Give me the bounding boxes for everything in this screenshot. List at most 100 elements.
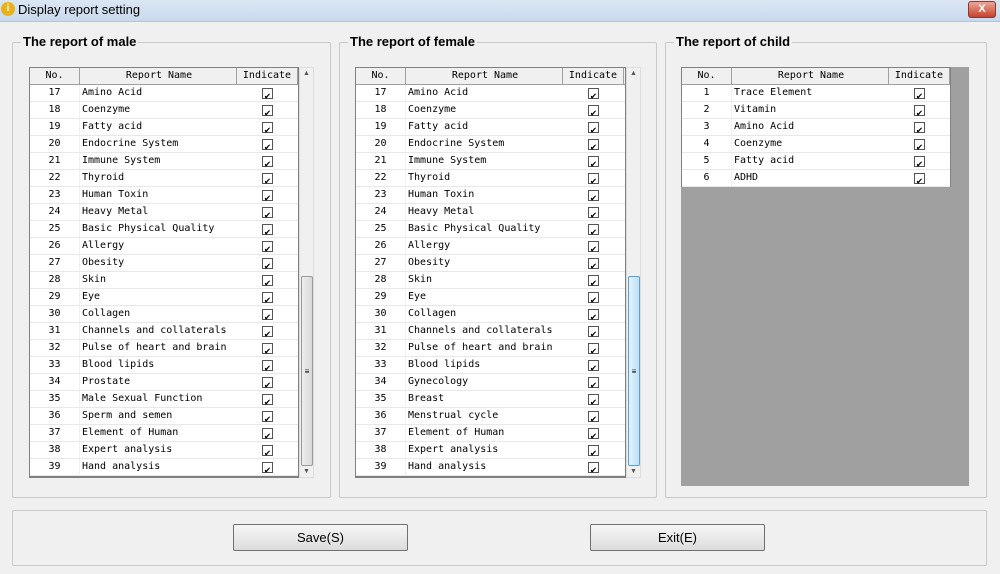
exit-button[interactable]: Exit(E) [590,524,765,551]
table-row[interactable]: 29 Eye ✔ [30,289,298,306]
table-row[interactable]: 19 Fatty acid ✔ [356,119,625,136]
indicate-checkbox[interactable]: ✔ [262,376,273,391]
indicate-checkbox[interactable]: ✔ [588,410,599,425]
indicate-checkbox[interactable]: ✔ [588,427,599,442]
table-row[interactable]: 5 Fatty acid ✔ [682,153,950,170]
header-no[interactable]: No. [682,68,732,84]
indicate-checkbox[interactable]: ✔ [262,155,273,170]
table-row[interactable]: 19 Fatty acid ✔ [30,119,298,136]
indicate-checkbox[interactable]: ✔ [588,104,599,119]
table-row[interactable]: 35 Male Sexual Function ✔ [30,391,298,408]
table-row[interactable]: 37 Element of Human ✔ [356,425,625,442]
scroll-down-icon[interactable]: ▼ [627,468,640,475]
table-row[interactable]: 36 Sperm and semen ✔ [30,408,298,425]
indicate-checkbox[interactable]: ✔ [262,342,273,357]
indicate-checkbox[interactable]: ✔ [262,274,273,289]
indicate-checkbox[interactable]: ✔ [914,87,925,102]
table-row[interactable]: 39 Hand analysis ✔ [356,459,625,476]
table-row[interactable]: 29 Eye ✔ [356,289,625,306]
indicate-checkbox[interactable]: ✔ [262,427,273,442]
table-row[interactable]: 34 Gynecology ✔ [356,374,625,391]
table-row[interactable]: 28 Skin ✔ [30,272,298,289]
table-row[interactable]: 17 Amino Acid ✔ [356,85,625,102]
header-indicate[interactable]: Indicate [889,68,950,84]
indicate-checkbox[interactable]: ✔ [262,87,273,102]
female-scrollbar[interactable]: ▲ ≡ ▼ [626,67,641,478]
header-indicate[interactable]: Indicate [237,68,298,84]
header-report-name[interactable]: Report Name [732,68,889,84]
table-row[interactable]: 26 Allergy ✔ [30,238,298,255]
table-row[interactable]: 27 Obesity ✔ [30,255,298,272]
close-button[interactable]: X [968,1,996,18]
scroll-up-icon[interactable]: ▲ [627,70,640,77]
table-row[interactable]: 35 Breast ✔ [356,391,625,408]
scroll-down-icon[interactable]: ▼ [300,468,313,475]
indicate-checkbox[interactable]: ✔ [588,155,599,170]
header-report-name[interactable]: Report Name [80,68,237,84]
table-row[interactable]: 36 Menstrual cycle ✔ [356,408,625,425]
table-row[interactable]: 39 Hand analysis ✔ [30,459,298,476]
indicate-checkbox[interactable]: ✔ [262,308,273,323]
table-row[interactable]: 22 Thyroid ✔ [30,170,298,187]
indicate-checkbox[interactable]: ✔ [262,206,273,221]
table-row[interactable]: 25 Basic Physical Quality ✔ [30,221,298,238]
indicate-checkbox[interactable]: ✔ [262,359,273,374]
indicate-checkbox[interactable]: ✔ [262,223,273,238]
save-button[interactable]: Save(S) [233,524,408,551]
table-row[interactable]: 22 Thyroid ✔ [356,170,625,187]
table-row[interactable]: 33 Blood lipids ✔ [30,357,298,374]
table-row[interactable]: 3 Amino Acid ✔ [682,119,950,136]
table-row[interactable]: 30 Collagen ✔ [30,306,298,323]
table-row[interactable]: 23 Human Toxin ✔ [30,187,298,204]
header-indicate[interactable]: Indicate [563,68,624,84]
male-scrollbar[interactable]: ▲ ≡ ▼ [299,67,314,478]
indicate-checkbox[interactable]: ✔ [262,104,273,119]
table-row[interactable]: 25 Basic Physical Quality ✔ [356,221,625,238]
indicate-checkbox[interactable]: ✔ [588,291,599,306]
indicate-checkbox[interactable]: ✔ [914,104,925,119]
scroll-thumb[interactable]: ≡ [628,276,640,466]
table-row[interactable]: 18 Coenzyme ✔ [30,102,298,119]
table-row[interactable]: 24 Heavy Metal ✔ [30,204,298,221]
indicate-checkbox[interactable]: ✔ [262,461,273,476]
indicate-checkbox[interactable]: ✔ [914,121,925,136]
scroll-up-icon[interactable]: ▲ [300,70,313,77]
table-row[interactable]: 31 Channels and collaterals ✔ [30,323,298,340]
header-no[interactable]: No. [356,68,406,84]
table-row[interactable]: 17 Amino Acid ✔ [30,85,298,102]
table-row[interactable]: 30 Collagen ✔ [356,306,625,323]
header-no[interactable]: No. [30,68,80,84]
indicate-checkbox[interactable]: ✔ [262,291,273,306]
table-row[interactable]: 20 Endocrine System ✔ [30,136,298,153]
indicate-checkbox[interactable]: ✔ [262,240,273,255]
table-row[interactable]: 32 Pulse of heart and brain ✔ [356,340,625,357]
table-row[interactable]: 38 Expert analysis ✔ [356,442,625,459]
indicate-checkbox[interactable]: ✔ [262,410,273,425]
indicate-checkbox[interactable]: ✔ [588,461,599,476]
table-row[interactable]: 31 Channels and collaterals ✔ [356,323,625,340]
indicate-checkbox[interactable]: ✔ [262,121,273,136]
table-row[interactable]: 32 Pulse of heart and brain ✔ [30,340,298,357]
indicate-checkbox[interactable]: ✔ [588,359,599,374]
indicate-checkbox[interactable]: ✔ [914,155,925,170]
indicate-checkbox[interactable]: ✔ [588,342,599,357]
table-row[interactable]: 24 Heavy Metal ✔ [356,204,625,221]
table-row[interactable]: 21 Immune System ✔ [356,153,625,170]
indicate-checkbox[interactable]: ✔ [262,393,273,408]
indicate-checkbox[interactable]: ✔ [588,274,599,289]
table-row[interactable]: 18 Coenzyme ✔ [356,102,625,119]
indicate-checkbox[interactable]: ✔ [262,189,273,204]
table-row[interactable]: 33 Blood lipids ✔ [356,357,625,374]
table-row[interactable]: 21 Immune System ✔ [30,153,298,170]
table-row[interactable]: 26 Allergy ✔ [356,238,625,255]
table-row[interactable]: 38 Expert analysis ✔ [30,442,298,459]
header-report-name[interactable]: Report Name [406,68,563,84]
indicate-checkbox[interactable]: ✔ [914,172,925,187]
indicate-checkbox[interactable]: ✔ [588,325,599,340]
indicate-checkbox[interactable]: ✔ [588,240,599,255]
indicate-checkbox[interactable]: ✔ [588,138,599,153]
table-row[interactable]: 2 Vitamin ✔ [682,102,950,119]
indicate-checkbox[interactable]: ✔ [914,138,925,153]
indicate-checkbox[interactable]: ✔ [588,206,599,221]
indicate-checkbox[interactable]: ✔ [588,121,599,136]
